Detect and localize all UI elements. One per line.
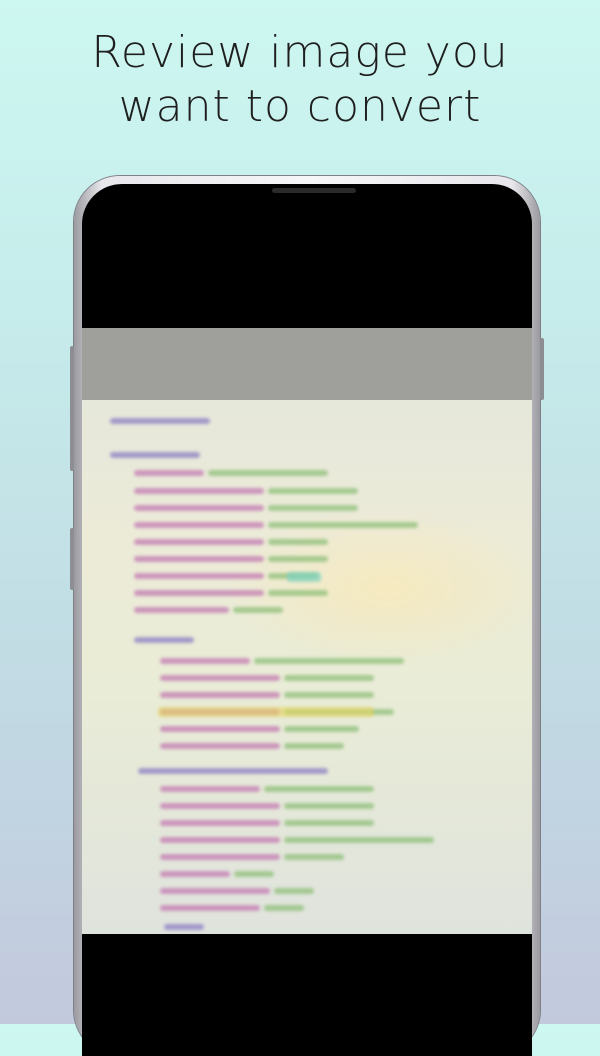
phone-volume-button [70, 346, 74, 471]
code-line-segment [134, 539, 264, 545]
phone-power-button [70, 528, 74, 590]
code-line-segment [264, 786, 374, 792]
code-line-segment [234, 871, 274, 877]
phone-screen [82, 184, 532, 1056]
page-headline: Review image you want to convert [0, 26, 600, 134]
code-line-segment [268, 488, 358, 494]
code-line-segment [110, 418, 210, 424]
code-line-segment [160, 726, 280, 732]
code-line-segment [268, 539, 328, 545]
code-line-segment [164, 924, 204, 930]
code-line-segment [134, 488, 264, 494]
highlighted-code-line [158, 707, 374, 717]
headline-line-2: want to convert [118, 81, 482, 132]
code-line-segment [134, 470, 204, 476]
code-line-segment [268, 522, 418, 528]
code-line-segment [264, 905, 304, 911]
code-line-segment [284, 803, 374, 809]
code-line-segment [268, 556, 328, 562]
code-line-segment [134, 505, 264, 511]
code-line-segment [160, 871, 230, 877]
code-line-segment [233, 607, 283, 613]
code-line-segment [160, 675, 280, 681]
code-line-segment [160, 854, 280, 860]
photo-top-band [82, 328, 532, 400]
cursor-highlight [287, 572, 321, 582]
phone-mockup [70, 176, 544, 1056]
code-line-segment [284, 854, 344, 860]
code-line-segment [138, 768, 328, 774]
code-line-segment [134, 607, 229, 613]
code-line-segment [134, 556, 264, 562]
captured-code-photo[interactable] [82, 328, 532, 934]
code-line-segment [284, 837, 434, 843]
code-line-segment [160, 888, 270, 894]
code-line-segment [208, 470, 328, 476]
code-line-segment [160, 692, 280, 698]
code-line-segment [160, 658, 250, 664]
code-line-segment [134, 573, 264, 579]
code-line-segment [284, 726, 359, 732]
photo-light-glow [222, 508, 532, 668]
code-line-segment [134, 522, 264, 528]
code-line-segment [268, 590, 328, 596]
code-line-segment [134, 590, 264, 596]
phone-speaker [272, 188, 356, 193]
code-line-segment [160, 837, 280, 843]
code-line-segment [134, 637, 194, 643]
code-line-segment [160, 786, 260, 792]
code-line-segment [274, 888, 314, 894]
code-line-segment [160, 905, 260, 911]
phone-side-button [540, 338, 544, 400]
code-line-segment [284, 820, 374, 826]
code-line-segment [254, 658, 404, 664]
code-line-segment [160, 803, 280, 809]
headline-line-1: Review image you [91, 27, 509, 78]
code-line-segment [268, 505, 358, 511]
code-line-segment [284, 743, 344, 749]
code-line-segment [284, 675, 374, 681]
code-line-segment [284, 692, 374, 698]
code-line-segment [110, 452, 200, 458]
code-line-segment [160, 820, 280, 826]
code-line-segment [160, 743, 280, 749]
